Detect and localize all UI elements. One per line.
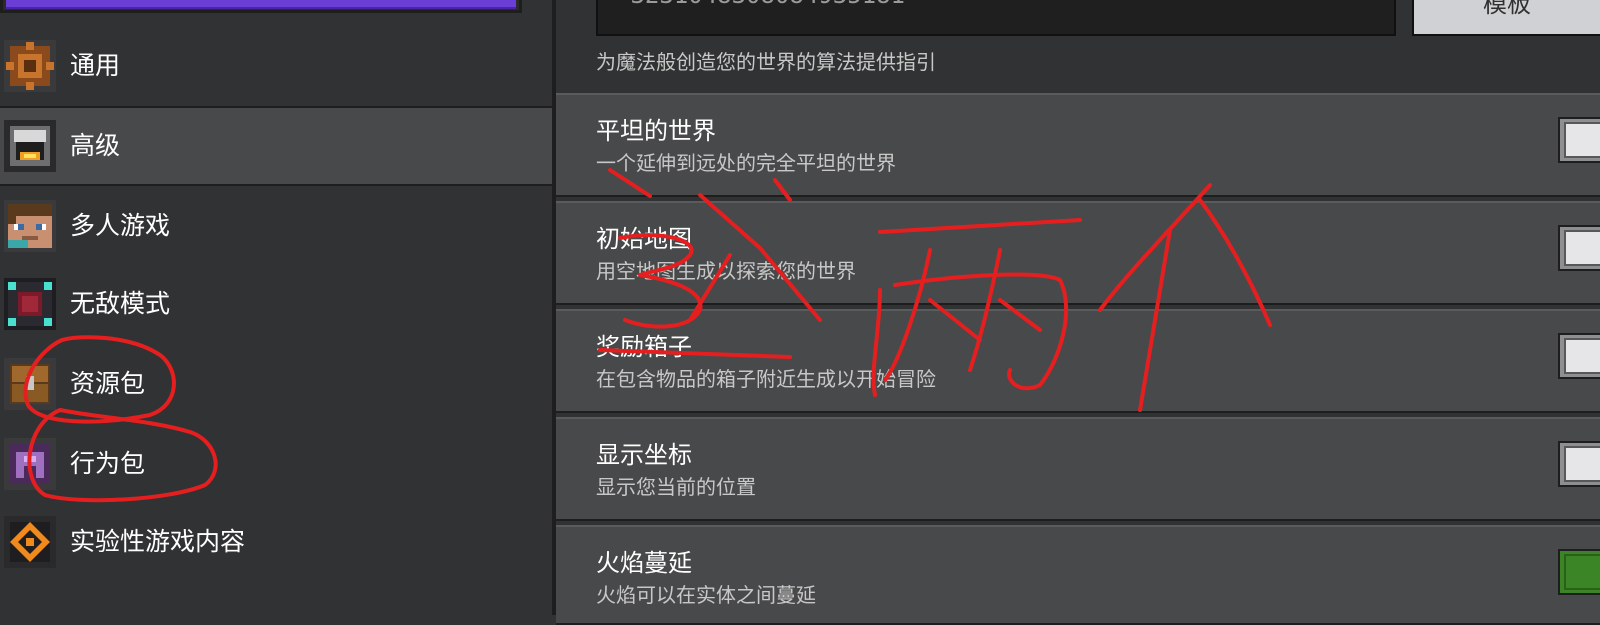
sidebar-item-advanced[interactable]: 高级 [0,106,552,186]
setting-desc: 在包含物品的箱子附近生成以开始冒险 [596,367,936,391]
sidebar-item-label: 通用 [70,51,121,80]
sidebar-item-experimental[interactable]: 实验性游戏内容 [0,506,552,586]
flat-world-toggle[interactable] [1558,117,1600,163]
sidebar-item-general[interactable]: 通用 [0,26,552,106]
sidebar-item-behavior-packs[interactable]: 行为包 [0,426,552,506]
setting-title: 显示坐标 [596,441,692,469]
setting-title: 初始地图 [596,225,692,253]
setting-title: 平坦的世界 [596,117,716,145]
setting-desc: 用空地图生成以探索您的世界 [596,259,856,283]
setting-desc: 显示您当前的位置 [596,475,756,499]
behavior-pack-icon [4,438,56,490]
show-coordinates-toggle[interactable] [1558,441,1600,487]
setting-row-show-coordinates: 显示坐标 显示您当前的位置 [556,417,1600,521]
sidebar-item-resource-packs[interactable]: 资源包 [0,346,552,426]
furnace-icon [4,120,56,172]
seed-input[interactable]: -3231048308084935181 [596,0,1396,36]
setting-row-flat-world: 平坦的世界 一个延伸到远处的完全平坦的世界 [556,93,1600,197]
top-create-button[interactable] [0,0,522,13]
setting-row-fire-spreads: 火焰蔓延 火焰可以在实体之间蔓延 [556,525,1600,625]
seed-hint: 为魔法般创造您的世界的算法提供指引 [596,50,936,74]
sidebar-item-cheats[interactable]: 无敌模式 [0,266,552,346]
template-button[interactable]: 模板 [1412,0,1600,36]
sidebar-item-label: 实验性游戏内容 [70,527,246,556]
chest-icon [4,358,56,410]
sidebar-item-label: 多人游戏 [70,211,171,240]
setting-title: 奖励箱子 [596,333,692,361]
sidebar-item-label: 资源包 [70,369,146,398]
bonus-chest-toggle[interactable] [1558,333,1600,379]
player-head-icon [4,200,56,252]
setting-row-starting-map: 初始地图 用空地图生成以探索您的世界 [556,201,1600,305]
setting-desc: 火焰可以在实体之间蔓延 [596,583,816,607]
setting-desc: 一个延伸到远处的完全平坦的世界 [596,151,896,175]
sidebar-item-label: 高级 [70,131,121,160]
sidebar-item-label: 无敌模式 [70,289,171,318]
setting-row-bonus-chest: 奖励箱子 在包含物品的箱子附近生成以开始冒险 [556,309,1600,413]
setting-title: 火焰蔓延 [596,549,692,577]
experimental-icon [4,516,56,568]
fire-spreads-toggle[interactable] [1558,549,1600,595]
gear-icon [4,40,56,92]
sidebar-item-label: 行为包 [70,449,146,478]
sidebar-item-multiplayer[interactable]: 多人游戏 [0,186,552,266]
cheat-block-icon [4,278,56,330]
starting-map-toggle[interactable] [1558,225,1600,271]
settings-sidebar: 通用 高级 多人游戏 无敌模式 资源包 行为包 实验性游戏内容 [0,0,552,615]
settings-panel: -3231048308084935181 模板 为魔法般创造您的世界的算法提供指… [556,0,1600,625]
